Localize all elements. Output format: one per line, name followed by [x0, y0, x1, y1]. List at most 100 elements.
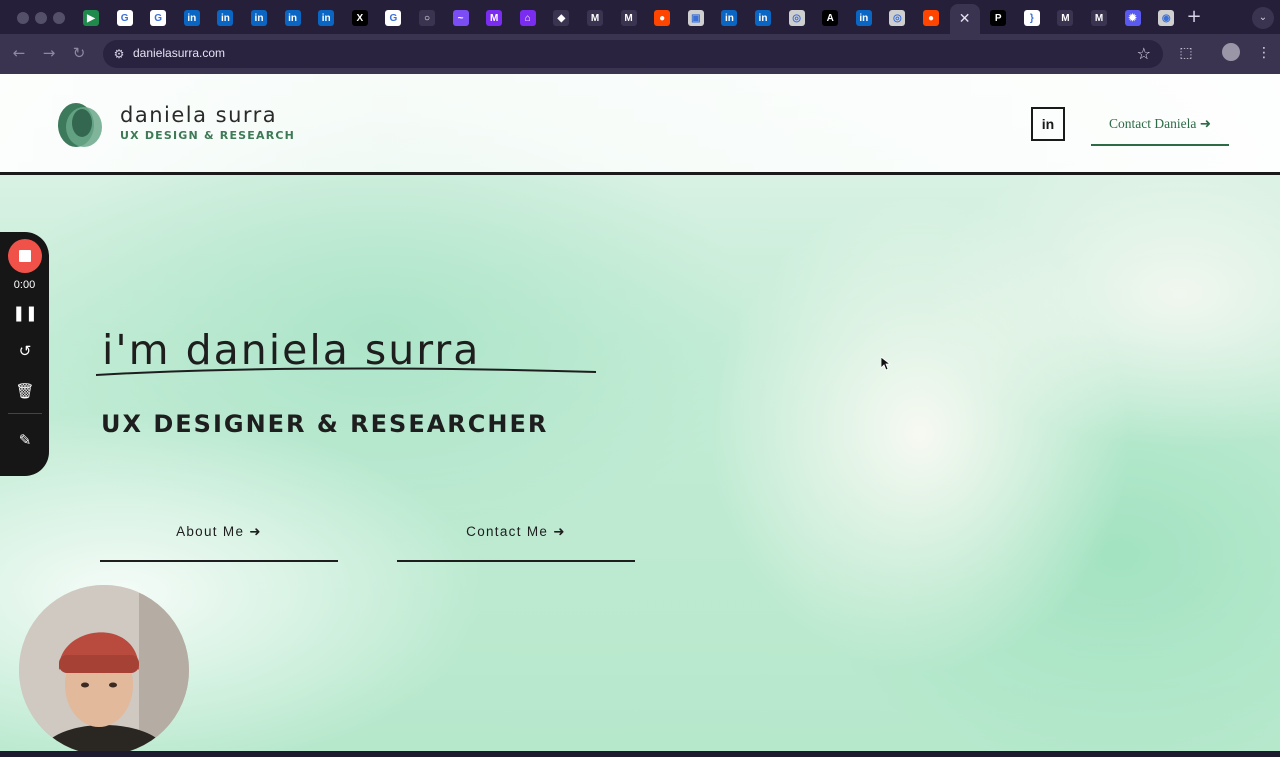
browser-tab[interactable]: ▶: [76, 6, 106, 30]
brand-tagline: UX Design & Research: [120, 129, 296, 142]
browser-chrome: ▶ G Gin in in in in X G ○ ~ M ⌂ ◆ M M ● ▣ in in ◎ Ain ◎ ● ✕ P} M M ✹…: [0, 0, 1280, 74]
browser-tab[interactable]: ◎: [882, 6, 912, 30]
browser-tab[interactable]: G: [378, 6, 408, 30]
x-icon: X: [351, 10, 368, 26]
forward-button[interactable]: →: [39, 43, 59, 63]
browser-tab[interactable]: M: [479, 6, 509, 30]
url-text: danielasurra.com: [133, 46, 226, 60]
site-info-icon[interactable]: ⚙: [111, 46, 127, 62]
browser-tab[interactable]: ◉: [1151, 6, 1181, 30]
browser-tab[interactable]: }: [1017, 6, 1047, 30]
browser-tab[interactable]: X: [345, 6, 375, 30]
browser-tab[interactable]: in: [244, 6, 274, 30]
linkedin-icon: in: [217, 10, 234, 26]
close-icon: ✕: [958, 11, 971, 27]
brand-logo[interactable]: [56, 101, 104, 149]
reload-button[interactable]: ↻: [69, 43, 89, 63]
linkedin-icon: in: [251, 10, 267, 26]
zoom-window-button[interactable]: [53, 12, 65, 24]
browser-tab[interactable]: ●: [916, 6, 946, 30]
gmail-icon: M: [1091, 10, 1107, 26]
browser-tab[interactable]: in: [278, 6, 308, 30]
brand-name[interactable]: Daniela Surra: [120, 103, 277, 127]
browser-tab[interactable]: ✹: [1118, 6, 1148, 30]
browser-tab[interactable]: G: [110, 6, 140, 30]
gmail-icon: M: [620, 10, 637, 26]
profile-avatar[interactable]: [1222, 43, 1240, 61]
browser-tab[interactable]: ◆: [546, 6, 576, 30]
restart-icon[interactable]: ↺: [12, 340, 38, 362]
openai-icon: ◎: [788, 10, 805, 26]
webcam-person-image: [19, 585, 189, 755]
browser-tab[interactable]: in: [177, 6, 207, 30]
tab-strip: ▶ G Gin in in in in X G ○ ~ M ⌂ ◆ M M ● ▣ in in ◎ Ain ◎ ● ✕ P} M M ✹…: [0, 0, 1280, 34]
linkedin-icon[interactable]: in: [1031, 107, 1065, 141]
google-icon: G: [150, 10, 167, 26]
minimize-window-button[interactable]: [35, 12, 47, 24]
header-contact-button[interactable]: Contact Daniela ➜: [1091, 110, 1229, 146]
browser-tab[interactable]: M: [614, 6, 644, 30]
graduation-icon: ◆: [553, 10, 570, 26]
gmail-icon: M: [1057, 10, 1074, 26]
browser-tab[interactable]: in: [849, 6, 879, 30]
browser-tab[interactable]: ▣: [681, 6, 711, 30]
google-icon: G: [385, 10, 402, 26]
browser-tab[interactable]: ◎: [782, 6, 812, 30]
trash-icon[interactable]: 🗑: [12, 380, 38, 402]
browser-tab[interactable]: M: [1084, 6, 1114, 30]
browser-menu-button[interactable]: ⋮: [1256, 43, 1272, 63]
recorder-divider: [8, 413, 42, 414]
address-bar[interactable]: ⚙ danielasurra.com ☆: [103, 40, 1163, 68]
browser-tab[interactable]: ●: [647, 6, 677, 30]
browser-tab[interactable]: in: [311, 6, 341, 30]
browser-tab[interactable]: ○: [412, 6, 442, 30]
linkedin-icon: in: [183, 10, 200, 26]
tab-search-button[interactable]: ⌄: [1252, 7, 1274, 29]
google-meet-icon: ▶: [83, 10, 99, 26]
messenger-icon: ~: [452, 10, 469, 26]
google-icon: G: [116, 10, 133, 26]
web-page: Daniela Surra UX Design & Research in Co…: [0, 74, 1280, 751]
browser-tab[interactable]: ⌂: [513, 6, 543, 30]
browser-tab[interactable]: M: [1050, 6, 1080, 30]
browser-tab[interactable]: P: [983, 6, 1013, 30]
anthropic-icon: A: [822, 10, 839, 26]
back-button[interactable]: ←: [9, 43, 29, 63]
bracket-icon: }: [1023, 10, 1040, 26]
gmail-icon: M: [587, 10, 603, 26]
app-icon: ⌂: [519, 10, 536, 26]
chrome-icon: ◉: [1158, 10, 1175, 26]
browser-tab[interactable]: in: [748, 6, 778, 30]
webcam-bubble[interactable]: [19, 585, 189, 755]
stop-recording-button[interactable]: [8, 239, 42, 273]
linkedin-icon: in: [318, 10, 335, 26]
linkedin-icon: in: [755, 10, 771, 26]
extensions-icon[interactable]: ⬚: [1176, 43, 1196, 63]
browser-tab[interactable]: in: [210, 6, 240, 30]
about-me-button[interactable]: About Me ➜: [100, 514, 338, 562]
new-tab-button[interactable]: +: [1184, 7, 1204, 27]
ring-icon: ○: [419, 10, 435, 26]
linkedin-icon: in: [855, 10, 872, 26]
app-icon: M: [486, 10, 503, 26]
pencil-icon[interactable]: ✎: [12, 429, 38, 451]
browser-tab[interactable]: ✕: [949, 4, 980, 34]
contact-me-button[interactable]: Contact Me ➜: [397, 514, 635, 562]
browser-tab[interactable]: in: [714, 6, 744, 30]
site-header: Daniela Surra UX Design & Research in Co…: [0, 74, 1280, 174]
p-icon: P: [990, 10, 1007, 26]
bookmark-star-icon[interactable]: ☆: [1137, 44, 1151, 63]
close-window-button[interactable]: [17, 12, 29, 24]
pause-icon[interactable]: ❚❚: [12, 302, 38, 324]
browser-tab[interactable]: A: [815, 6, 845, 30]
browser-tab[interactable]: M: [580, 6, 610, 30]
browser-tab[interactable]: ~: [446, 6, 476, 30]
browser-tab[interactable]: G: [143, 6, 173, 30]
hero-subheadline: UX Designer & Researcher: [101, 410, 549, 438]
gear-icon: ✹: [1124, 10, 1141, 26]
window-bottom-edge: [0, 751, 1280, 757]
linkedin-icon: in: [284, 10, 301, 26]
mouse-cursor-icon: [881, 357, 891, 371]
stop-icon: [19, 250, 31, 262]
reddit-icon: ●: [923, 10, 939, 26]
